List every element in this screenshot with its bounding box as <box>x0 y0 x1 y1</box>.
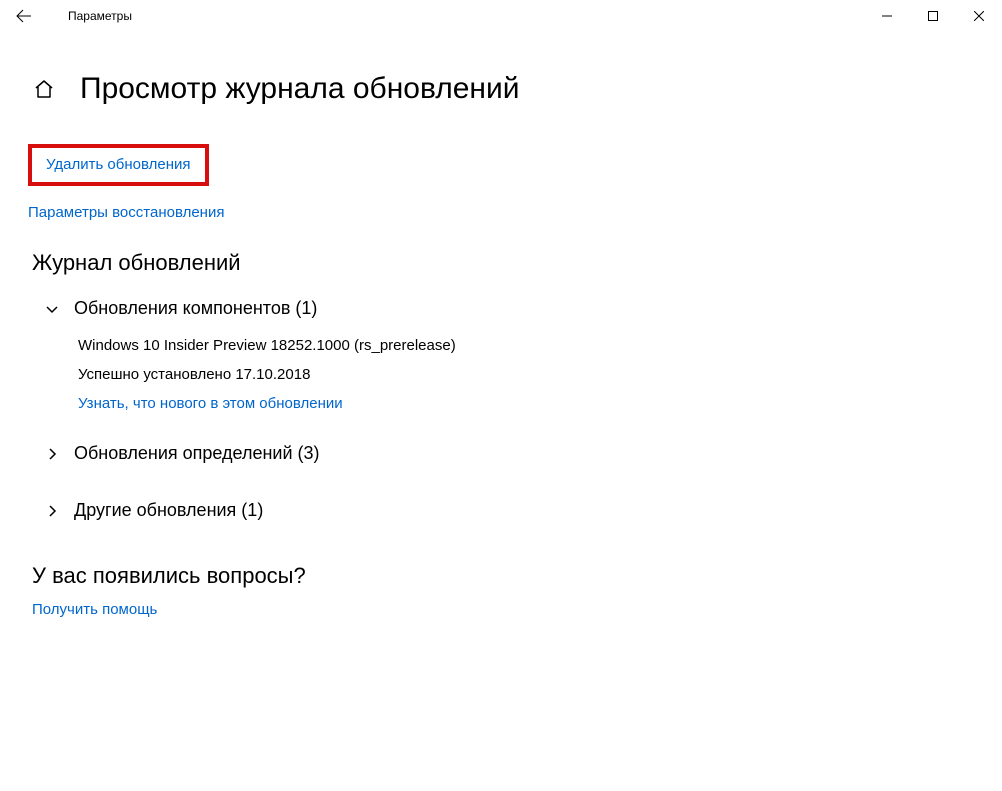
get-help-link[interactable]: Получить помощь <box>32 601 157 618</box>
feature-updates-content: Windows 10 Insider Preview 18252.1000 (r… <box>78 337 970 413</box>
close-icon <box>974 11 984 21</box>
chevron-right-icon <box>44 503 60 519</box>
feature-updates-expander[interactable]: Обновления компонентов (1) <box>44 292 970 325</box>
feature-updates-label: Обновления компонентов (1) <box>74 298 317 319</box>
home-icon <box>34 79 54 99</box>
other-updates-expander[interactable]: Другие обновления (1) <box>44 494 970 527</box>
window-controls <box>864 0 1002 32</box>
minimize-icon <box>882 11 892 21</box>
update-history-title: Журнал обновлений <box>32 250 970 276</box>
titlebar-left: Параметры <box>8 0 132 32</box>
content-area: Просмотр журнала обновлений Удалить обно… <box>0 32 1002 619</box>
whats-new-link[interactable]: Узнать, что нового в этом обновлении <box>78 395 343 412</box>
recovery-options-link[interactable]: Параметры восстановления <box>28 204 224 221</box>
maximize-button[interactable] <box>910 0 956 32</box>
definition-updates-expander[interactable]: Обновления определений (3) <box>44 437 970 470</box>
update-item-status: Успешно установлено 17.10.2018 <box>78 366 970 383</box>
uninstall-updates-highlight: Удалить обновления <box>28 144 209 186</box>
update-item-name: Windows 10 Insider Preview 18252.1000 (r… <box>78 337 970 354</box>
page-title: Просмотр журнала обновлений <box>80 72 520 106</box>
other-updates-label: Другие обновления (1) <box>74 500 263 521</box>
back-button[interactable] <box>8 0 40 32</box>
window-title: Параметры <box>68 9 132 23</box>
page-header: Просмотр журнала обновлений <box>32 72 970 106</box>
maximize-icon <box>928 11 938 21</box>
close-button[interactable] <box>956 0 1002 32</box>
uninstall-updates-link[interactable]: Удалить обновления <box>46 156 191 173</box>
minimize-button[interactable] <box>864 0 910 32</box>
home-button[interactable] <box>32 77 56 101</box>
chevron-down-icon <box>44 301 60 317</box>
chevron-right-icon <box>44 446 60 462</box>
definition-updates-label: Обновления определений (3) <box>74 443 320 464</box>
titlebar: Параметры <box>0 0 1002 32</box>
arrow-left-icon <box>16 8 32 24</box>
top-links: Удалить обновления Параметры восстановле… <box>28 144 970 222</box>
questions-title: У вас появились вопросы? <box>32 563 970 589</box>
